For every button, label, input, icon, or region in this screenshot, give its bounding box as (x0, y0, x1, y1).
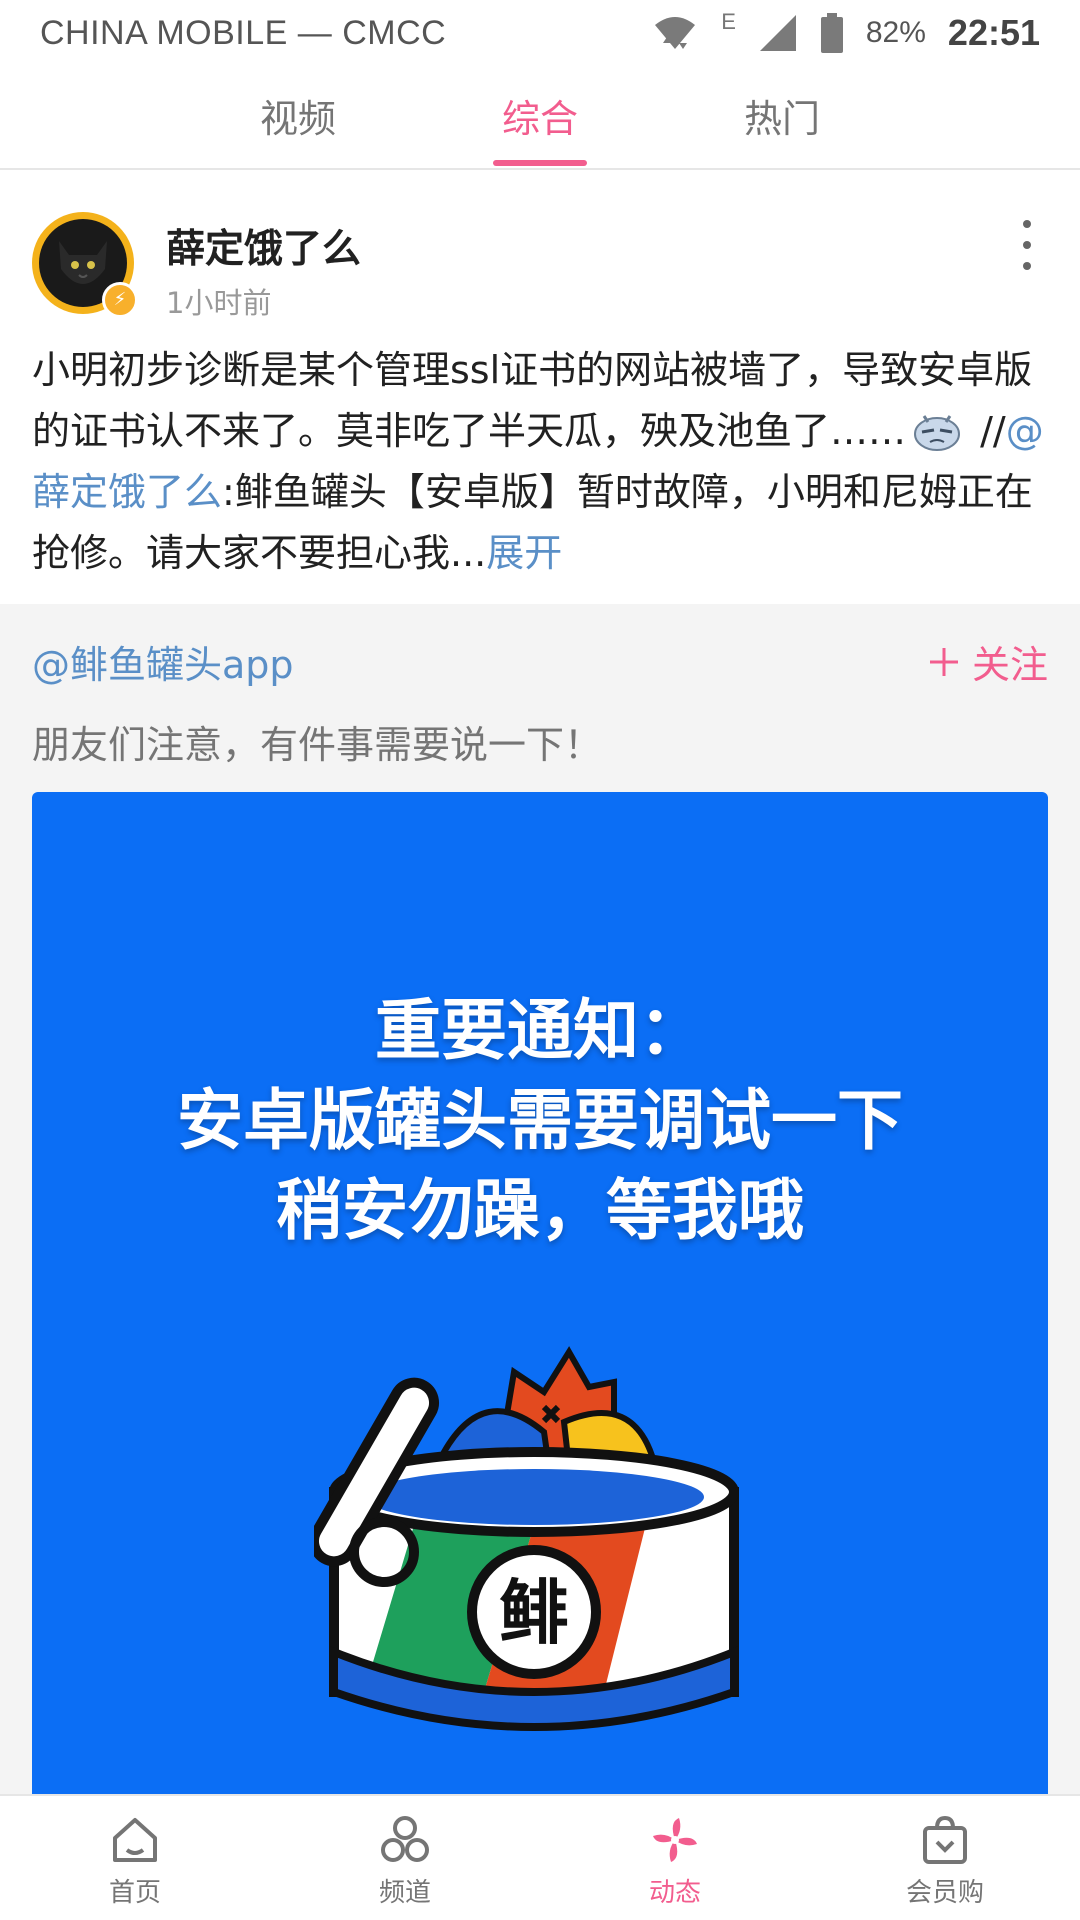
battery-icon (820, 13, 843, 53)
battery-percentage: 82% (865, 16, 926, 49)
network-type-label: E (721, 9, 736, 34)
status-bar: CHINA MOBILE — CMCC E 82% 22:51 (0, 0, 1080, 66)
nav-item-home[interactable]: 首页 (65, 1814, 205, 1909)
status-clock: 22:51 (947, 12, 1040, 53)
nav-label-home: 首页 (108, 1878, 161, 1908)
nav-label-channels: 频道 (378, 1878, 431, 1908)
nav-label-dynamic: 动态 (648, 1878, 701, 1908)
dot (1023, 262, 1031, 270)
follow-label: 关注 (971, 643, 1048, 687)
repost-card[interactable]: @鲱鱼罐头app 关注 朋友们注意，有件事需要说一下！ 重要通知： 安卓版罐头需… (0, 604, 1080, 1802)
tab-hot[interactable]: 热门 (744, 88, 820, 143)
verified-badge-icon: ⚡ (102, 282, 138, 318)
post-content: 小明初步诊断是某个管理ssl证书的网站被墙了，导致安卓版的证书认不来了。莫非吃了… (32, 340, 1048, 584)
signal-icon (759, 15, 796, 51)
channels-icon (381, 1816, 429, 1862)
dynamic-icon (653, 1818, 697, 1862)
top-tab-bar: 视频 综合 热门 (0, 72, 1080, 170)
nav-item-shop[interactable]: 会员购 (875, 1814, 1015, 1909)
app-screen: CHINA MOBILE — CMCC E 82% 22:51 视频 综合 热门 (0, 0, 1080, 1920)
bottom-nav-bar: 首页 频道 动态 会员购 (0, 1794, 1080, 1920)
avatar[interactable]: ⚡ (32, 212, 138, 318)
more-options-button[interactable] (1012, 220, 1042, 270)
post-text-separator: // (968, 409, 1006, 453)
notice-image[interactable]: 重要通知： 安卓版罐头需要调试一下 稍安勿躁，等我哦 鲱 (32, 792, 1048, 1802)
repost-author-link[interactable]: @鲱鱼罐头app (32, 634, 294, 689)
nav-item-dynamic[interactable]: 动态 (605, 1814, 745, 1909)
dot (1023, 220, 1031, 228)
shop-bag-icon (923, 1815, 967, 1864)
tab-general[interactable]: 综合 (502, 88, 578, 143)
follow-button[interactable]: 关注 (928, 634, 1048, 689)
post-username[interactable]: 薛定饿了么 (166, 218, 361, 274)
post-timestamp: 1小时前 (166, 286, 272, 320)
notice-line-3: 稍安勿躁，等我哦 (276, 1172, 804, 1249)
carrier-name: CHINA MOBILE — CMCC (40, 13, 447, 52)
plus-icon (929, 647, 958, 676)
expand-link[interactable]: 展开 (486, 531, 562, 575)
logo-character: 鲱 (499, 1572, 569, 1654)
notice-title: 重要通知： (375, 992, 705, 1069)
wifi-icon (655, 17, 696, 49)
repost-text: 朋友们注意，有件事需要说一下！ (32, 723, 603, 767)
home-icon (113, 1818, 157, 1862)
active-tab-indicator (493, 160, 587, 166)
crying-face-emoji-icon (914, 415, 961, 451)
tab-video[interactable]: 视频 (260, 88, 336, 143)
dot (1023, 241, 1031, 249)
nav-item-channels[interactable]: 频道 (335, 1814, 475, 1909)
status-icons: E 82% 22:51 (651, 9, 1040, 54)
notice-line-2: 安卓版罐头需要调试一下 (177, 1082, 903, 1159)
post-text-part1: 小明初步诊断是某个管理ssl证书的网站被墙了，导致安卓版的证书认不来了。莫非吃了… (32, 348, 1033, 453)
nav-label-shop: 会员购 (905, 1878, 984, 1908)
herring-can-logo-icon: 鲱 (314, 1346, 739, 1731)
